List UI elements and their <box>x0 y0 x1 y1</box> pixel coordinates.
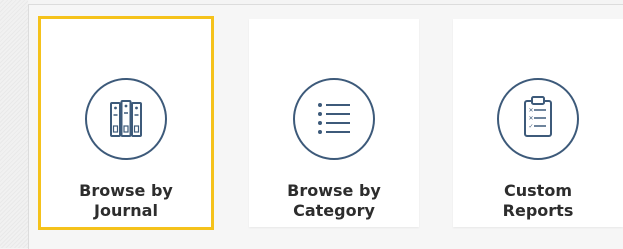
tile-label: Browse by Journal <box>41 181 211 221</box>
left-background-pattern <box>0 0 28 248</box>
browse-options-panel: Browse by Journal Browse by Category ✕ ✕… <box>28 4 623 249</box>
svg-text:✓: ✓ <box>529 123 534 130</box>
browse-by-category-tile[interactable]: Browse by Category <box>249 19 419 227</box>
custom-reports-tile[interactable]: ✕ ✕ ✓ Custom Reports <box>453 19 623 227</box>
tile-label-line1: Custom <box>504 181 572 200</box>
tile-label-line2: Journal <box>94 201 158 220</box>
tile-label-line2: Reports <box>502 201 574 220</box>
list-icon <box>293 78 375 160</box>
tile-label-line2: Category <box>293 201 375 220</box>
clipboard-checklist-icon: ✕ ✕ ✓ <box>497 78 579 160</box>
tile-label: Custom Reports <box>453 181 623 221</box>
tile-label-line1: Browse by <box>79 181 173 200</box>
tile-label: Browse by Category <box>249 181 419 221</box>
tile-label-line1: Browse by <box>287 181 381 200</box>
journal-binders-icon <box>85 78 167 160</box>
svg-text:✕: ✕ <box>529 107 534 114</box>
svg-text:✕: ✕ <box>529 115 534 122</box>
browse-by-journal-tile[interactable]: Browse by Journal <box>38 16 214 230</box>
